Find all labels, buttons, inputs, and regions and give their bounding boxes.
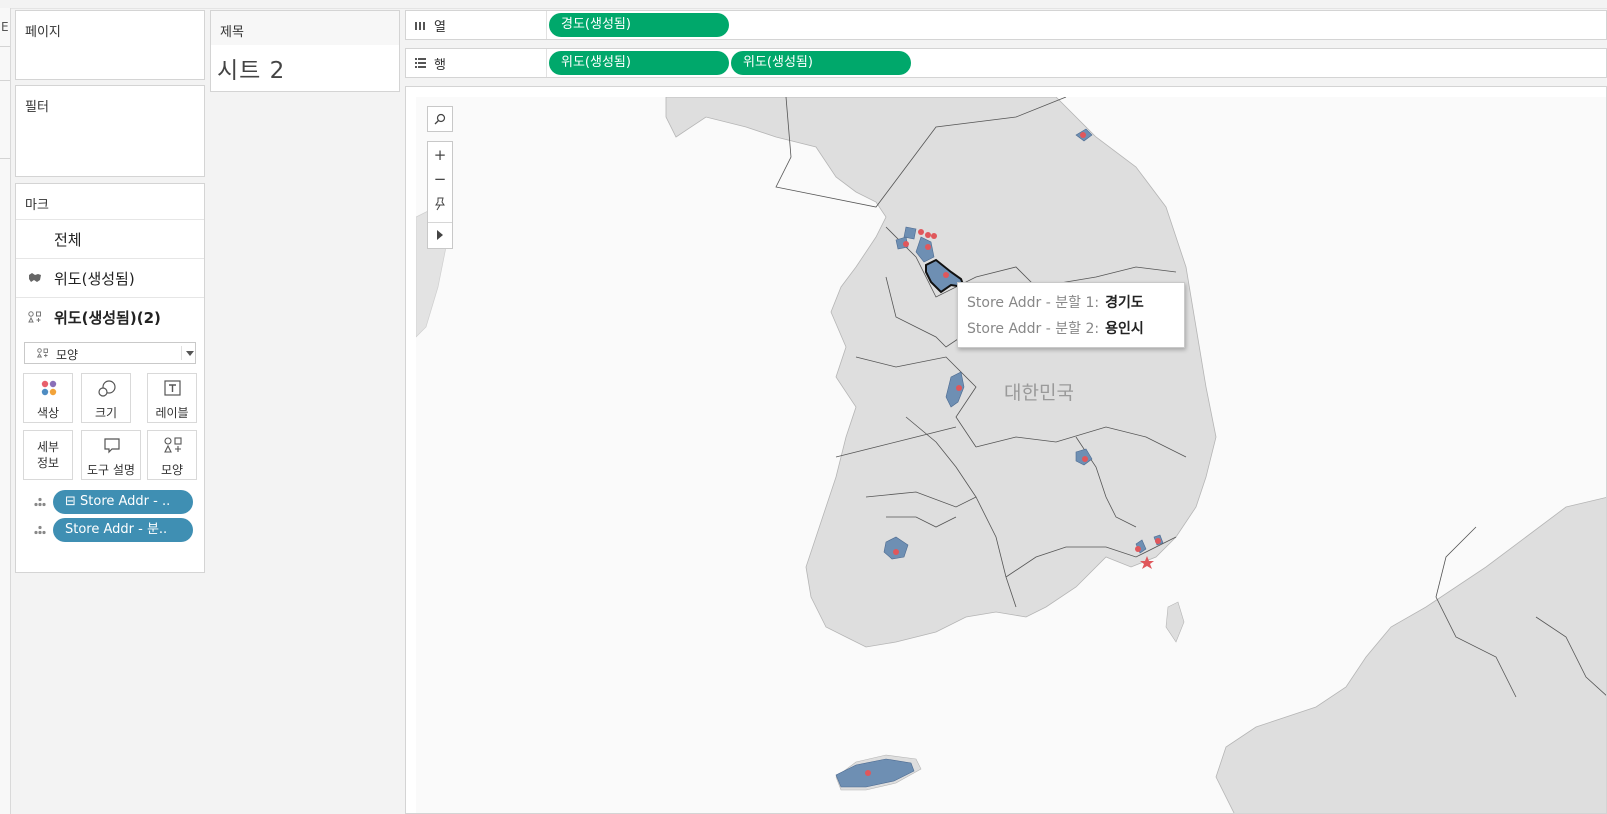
left-edge-panel: E [0, 8, 11, 814]
store-marker[interactable] [903, 241, 909, 247]
tooltip-button-label: 도구 설명 [87, 463, 135, 477]
rows-label: 행 [434, 58, 446, 73]
pages-title: 페이지 [25, 25, 61, 40]
detail-button-label: 세부 정보 [36, 440, 60, 470]
mark-type-value: 모양 [56, 348, 79, 362]
map-zoom-controls: + − [427, 141, 453, 249]
detail-button[interactable]: 세부 정보 [23, 430, 73, 480]
edge-divider [0, 46, 10, 47]
detail-dots-icon [34, 497, 46, 507]
marks-layer-2[interactable]: 위도(생성됨)(2) [16, 297, 204, 336]
speech-bubble-icon [104, 438, 120, 454]
korea-map[interactable]: 대한민국 [416, 97, 1607, 814]
country-label: 대한민국 [1004, 382, 1074, 404]
control-divider [428, 222, 452, 223]
tooltip-button[interactable]: 도구 설명 [81, 430, 141, 480]
size-button-label: 크기 [94, 406, 118, 420]
columns-label: 열 [434, 20, 446, 35]
rows-pill-latitude-2[interactable]: 위도(생성됨) [731, 51, 911, 75]
title-card-label: 제목 [220, 25, 244, 40]
store-marker[interactable] [1082, 456, 1088, 462]
field-pill-store-addr-1[interactable]: ⊟ Store Addr - .. [53, 490, 193, 514]
detail-dots-icon [34, 525, 46, 535]
store-marker[interactable] [918, 229, 924, 235]
shapes-icon [37, 348, 48, 358]
shape-button[interactable]: 모양 [147, 430, 197, 480]
mark-type-dropdown[interactable]: 모양 [24, 342, 196, 364]
label-button[interactable]: 레이블 [147, 373, 197, 423]
columns-shelf-label: 열 [406, 11, 547, 39]
filters-card[interactable]: 필터 [15, 85, 205, 177]
marks-layer-all[interactable]: 전체 [16, 219, 204, 258]
shapes-icon [28, 311, 41, 323]
store-marker[interactable] [943, 272, 949, 278]
color-button-label: 색상 [36, 406, 60, 420]
title-card[interactable]: 제목 시트 2 [210, 10, 400, 92]
marks-layer-2-label: 위도(생성됨)(2) [54, 309, 161, 327]
marks-card: 마크 전체 위도(생성됨) 위도(생성됨)(2) 모양 색상 크기 레이블 세부… [15, 183, 205, 573]
columns-icon [415, 22, 425, 30]
store-marker[interactable] [925, 244, 931, 250]
tooltip-row-1: Store Addr - 분할 1: 경기도 [967, 292, 1144, 312]
edge-divider [0, 80, 10, 81]
rows-icon [415, 58, 426, 68]
map-search-control[interactable] [427, 106, 453, 132]
map-view[interactable]: 대한민국 + − [405, 86, 1607, 814]
tooltip-row-2: Store Addr - 분할 2: 용인시 [967, 318, 1144, 338]
pin-icon[interactable] [434, 197, 446, 211]
edge-divider [0, 158, 10, 159]
map-layer-icon [29, 273, 41, 282]
title-card-header: 제목 [211, 11, 399, 45]
top-strip [0, 0, 1607, 9]
store-marker[interactable] [893, 549, 899, 555]
marks-layer-1-label: 위도(생성됨) [54, 270, 135, 288]
field-pill-store-addr-2[interactable]: Store Addr - 분.. [53, 518, 193, 542]
columns-shelf[interactable]: 열 경도(생성됨) [405, 10, 1607, 40]
size-icon [98, 380, 116, 397]
store-marker[interactable] [1080, 132, 1086, 138]
marks-layer-all-label: 전체 [54, 231, 82, 249]
chevron-down-icon[interactable] [181, 346, 196, 360]
store-marker[interactable] [931, 233, 937, 239]
sheet-title[interactable]: 시트 2 [217, 51, 285, 85]
store-marker[interactable] [1135, 546, 1141, 552]
search-icon[interactable] [434, 113, 446, 125]
map-tooltip: Store Addr - 분할 1: 경기도 Store Addr - 분할 2:… [957, 282, 1185, 348]
zoom-in-icon[interactable]: + [428, 143, 452, 167]
size-button[interactable]: 크기 [81, 373, 131, 423]
tooltip-row-1-value: 경기도 [1105, 295, 1144, 311]
tooltip-row-1-label: Store Addr - 분할 1: [967, 295, 1100, 311]
text-label-icon [164, 380, 181, 396]
store-marker[interactable] [1155, 538, 1161, 544]
rows-shelf-label: 행 [406, 49, 547, 77]
marks-layer-1[interactable]: 위도(생성됨) [16, 258, 204, 297]
expand-toolbar-icon[interactable] [436, 230, 444, 240]
color-palette-icon [41, 380, 57, 396]
filters-title: 필터 [25, 100, 49, 115]
tooltip-row-2-label: Store Addr - 분할 2: [967, 321, 1100, 337]
rows-pill-latitude-1[interactable]: 위도(생성됨) [549, 51, 729, 75]
marks-title: 마크 [25, 198, 49, 213]
shapes-icon [164, 437, 182, 453]
zoom-out-icon[interactable]: − [428, 167, 452, 191]
tooltip-row-2-value: 용인시 [1105, 321, 1144, 337]
store-marker[interactable] [956, 385, 962, 391]
shape-button-label: 모양 [160, 463, 184, 477]
store-marker[interactable] [925, 232, 931, 238]
rows-shelf[interactable]: 행 위도(생성됨) 위도(생성됨) [405, 48, 1607, 78]
pages-card[interactable]: 페이지 [15, 10, 205, 80]
store-marker[interactable] [865, 770, 871, 776]
edge-char: E [1, 20, 9, 34]
columns-pill-longitude[interactable]: 경도(생성됨) [549, 13, 729, 37]
color-button[interactable]: 색상 [23, 373, 73, 423]
label-button-label: 레이블 [155, 406, 189, 420]
